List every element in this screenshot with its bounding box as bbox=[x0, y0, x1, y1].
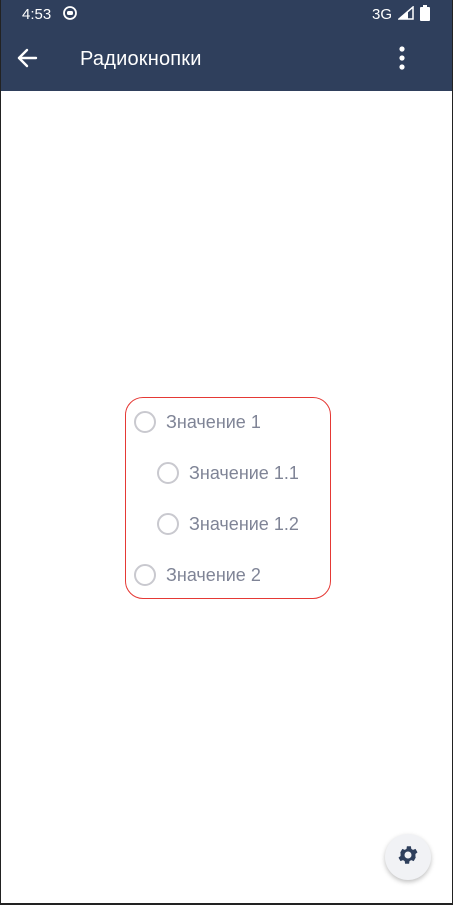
status-left: 4:53 bbox=[22, 5, 78, 24]
radio-label: Значение 1.2 bbox=[189, 513, 299, 534]
radio-group: Значение 1 Значение 1.1 Значение 1.2 Зна… bbox=[125, 397, 331, 599]
radio-button[interactable] bbox=[157, 462, 179, 484]
radio-option-1[interactable]: Значение 1 bbox=[134, 411, 261, 433]
back-button[interactable] bbox=[13, 46, 41, 74]
radio-label: Значение 2 bbox=[166, 564, 261, 585]
status-time: 4:53 bbox=[22, 6, 52, 23]
radio-option-1-1[interactable]: Значение 1.1 bbox=[157, 462, 299, 484]
more-options-button[interactable] bbox=[392, 45, 412, 75]
settings-fab[interactable] bbox=[385, 834, 431, 880]
arrow-left-icon bbox=[16, 47, 38, 74]
radio-label: Значение 1.1 bbox=[189, 462, 299, 483]
notification-icon bbox=[63, 5, 78, 24]
gear-icon bbox=[396, 843, 420, 872]
status-bar: 4:53 3G bbox=[1, 0, 452, 29]
network-type: 3G bbox=[371, 6, 392, 23]
screen: 4:53 3G Радиокнопки Значение 1 Значение … bbox=[0, 0, 453, 905]
signal-icon bbox=[396, 4, 414, 24]
radio-option-2[interactable]: Значение 2 bbox=[134, 564, 261, 586]
battery-icon bbox=[420, 4, 430, 25]
status-right: 3G bbox=[371, 4, 430, 25]
app-bar: Радиокнопки bbox=[1, 29, 452, 91]
radio-button[interactable] bbox=[134, 564, 156, 586]
radio-button[interactable] bbox=[134, 411, 156, 433]
more-vert-icon bbox=[399, 45, 405, 75]
radio-label: Значение 1 bbox=[166, 411, 261, 432]
radio-button[interactable] bbox=[157, 513, 179, 535]
page-title: Радиокнопки bbox=[80, 48, 202, 70]
radio-option-1-2[interactable]: Значение 1.2 bbox=[157, 513, 299, 535]
content-area: Значение 1 Значение 1.1 Значение 1.2 Зна… bbox=[1, 91, 452, 903]
